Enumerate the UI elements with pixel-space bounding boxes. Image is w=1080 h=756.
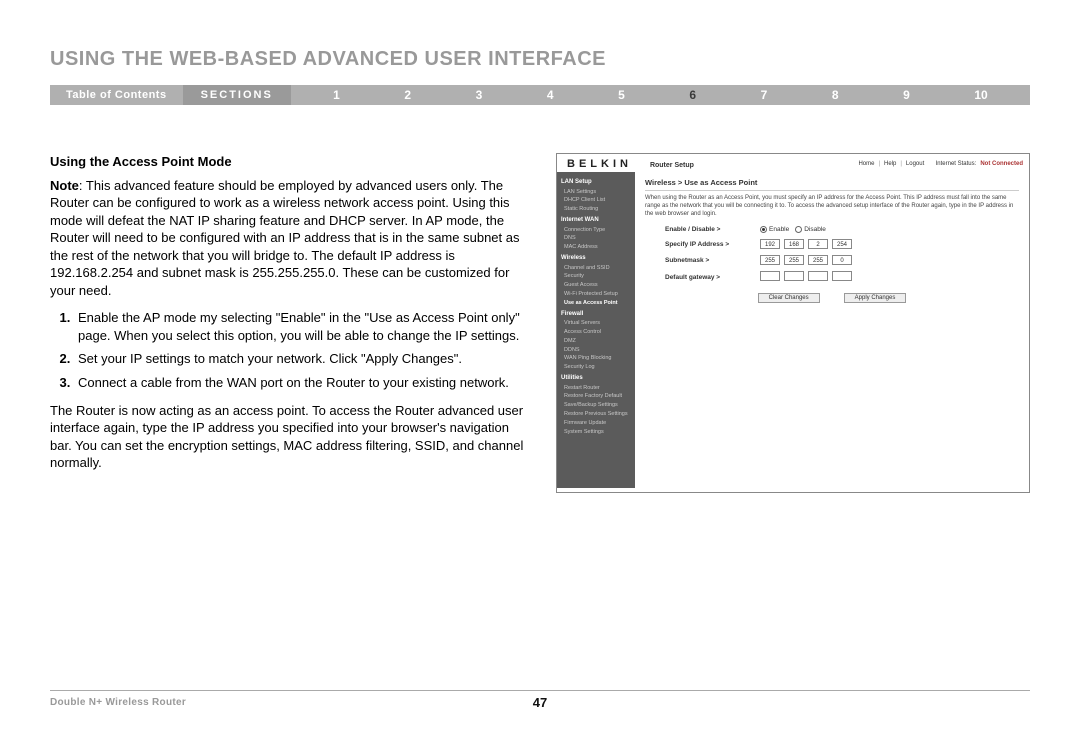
sidebar-header: LAN Setup	[561, 178, 631, 188]
nav-section-5[interactable]: 5	[612, 88, 631, 102]
router-ui-screenshot: BELKIN Router Setup Home| Help| Logout I…	[556, 153, 1030, 493]
gateway-label: Default gateway >	[665, 274, 760, 281]
router-sidebar: LAN SetupLAN SettingsDHCP Client ListSta…	[557, 172, 635, 488]
step-3: Connect a cable from the WAN port on the…	[74, 374, 528, 392]
nav-section-10[interactable]: 10	[968, 88, 993, 102]
sidebar-item[interactable]: Restore Previous Settings	[561, 410, 631, 419]
subnet-label: Subnetmask >	[665, 257, 760, 264]
sidebar-item[interactable]: Use as Access Point	[561, 299, 631, 308]
nav-section-9[interactable]: 9	[897, 88, 916, 102]
sidebar-item[interactable]: Security Log	[561, 363, 631, 372]
sidebar-item[interactable]: Wi-Fi Protected Setup	[561, 290, 631, 299]
note-paragraph: Note: This advanced feature should be em…	[50, 177, 528, 300]
section-nav: Table of Contents SECTIONS 1 2 3 4 5 6 7 8 9 10	[50, 85, 1030, 105]
nav-section-2[interactable]: 2	[398, 88, 417, 102]
nav-section-7[interactable]: 7	[755, 88, 774, 102]
router-setup-label: Router Setup	[650, 162, 694, 169]
ip-octet-input[interactable]: 254	[832, 239, 852, 249]
sidebar-item[interactable]: DDNS	[561, 346, 631, 355]
sidebar-item[interactable]: Access Control	[561, 328, 631, 337]
followup-paragraph: The Router is now acting as an access po…	[50, 402, 528, 472]
sidebar-header: Firewall	[561, 310, 631, 320]
radio-enable[interactable]: Enable	[760, 226, 789, 233]
brand-logo: BELKIN	[567, 158, 632, 170]
ip-octet-input[interactable]: 0	[832, 255, 852, 265]
ip-octet-input[interactable]	[808, 271, 828, 281]
link-help[interactable]: Help	[884, 161, 896, 167]
clear-changes-button[interactable]: Clear Changes	[758, 293, 820, 303]
nav-sections-label: SECTIONS	[183, 85, 291, 105]
sidebar-item[interactable]: Security	[561, 272, 631, 281]
sidebar-item[interactable]: LAN Settings	[561, 188, 631, 197]
nav-section-1[interactable]: 1	[327, 88, 346, 102]
steps-list: Enable the AP mode my selecting "Enable"…	[50, 309, 528, 391]
nav-section-4[interactable]: 4	[541, 88, 560, 102]
page-footer: Double N+ Wireless Router 47	[50, 690, 1030, 708]
enable-label: Enable / Disable >	[665, 226, 760, 233]
sidebar-item[interactable]: Save/Backup Settings	[561, 401, 631, 410]
ip-octet-input[interactable]: 255	[784, 255, 804, 265]
step-1: Enable the AP mode my selecting "Enable"…	[74, 309, 528, 344]
apply-changes-button[interactable]: Apply Changes	[844, 293, 907, 303]
ip-octet-input[interactable]	[760, 271, 780, 281]
ip-octet-input[interactable]: 255	[760, 255, 780, 265]
sidebar-item[interactable]: System Settings	[561, 428, 631, 437]
router-breadcrumb: Wireless > Use as Access Point	[645, 178, 1019, 191]
footer-product: Double N+ Wireless Router	[50, 697, 186, 708]
ip-octet-input[interactable]: 168	[784, 239, 804, 249]
nav-section-6[interactable]: 6	[683, 88, 702, 102]
ip-octet-input[interactable]	[784, 271, 804, 281]
sidebar-item[interactable]: Restore Factory Default	[561, 392, 631, 401]
sidebar-header: Wireless	[561, 254, 631, 264]
sidebar-item[interactable]: Guest Access	[561, 281, 631, 290]
internet-status-value: Not Connected	[980, 161, 1023, 167]
sidebar-item[interactable]: DNS	[561, 234, 631, 243]
nav-toc-link[interactable]: Table of Contents	[50, 85, 183, 105]
nav-section-3[interactable]: 3	[470, 88, 489, 102]
nav-section-8[interactable]: 8	[826, 88, 845, 102]
router-main-panel: Wireless > Use as Access Point When usin…	[635, 172, 1029, 488]
step-2: Set your IP settings to match your netwo…	[74, 350, 528, 368]
body-text-column: Using the Access Point Mode Note: This a…	[50, 153, 528, 493]
field-gateway: Default gateway >	[645, 271, 1019, 283]
sidebar-header: Utilities	[561, 374, 631, 384]
link-logout[interactable]: Logout	[906, 161, 924, 167]
sidebar-item[interactable]: DMZ	[561, 337, 631, 346]
sidebar-item[interactable]: Channel and SSID	[561, 264, 631, 273]
sidebar-item[interactable]: Connection Type	[561, 226, 631, 235]
note-label: Note	[50, 178, 79, 193]
radio-disable[interactable]: Disable	[795, 226, 826, 233]
field-enable: Enable / Disable > Enable Disable	[645, 226, 1019, 233]
note-text: : This advanced feature should be employ…	[50, 178, 519, 298]
field-ip: Specify IP Address > 192 168 2 254	[645, 239, 1019, 249]
sidebar-item[interactable]: Restart Router	[561, 384, 631, 393]
ip-octet-input[interactable]: 192	[760, 239, 780, 249]
subheading: Using the Access Point Mode	[50, 153, 528, 171]
sidebar-item[interactable]: WAN Ping Blocking	[561, 354, 631, 363]
sidebar-item[interactable]: Static Routing	[561, 205, 631, 214]
ip-octet-input[interactable]: 2	[808, 239, 828, 249]
status-row: Home| Help| Logout Internet Status: Not …	[858, 161, 1023, 167]
internet-status-label: Internet Status:	[936, 161, 977, 167]
nav-numbers: 1 2 3 4 5 6 7 8 9 10	[291, 88, 1030, 102]
footer-page-number: 47	[533, 695, 547, 710]
ip-octet-input[interactable]: 255	[808, 255, 828, 265]
sidebar-item[interactable]: Firmware Update	[561, 419, 631, 428]
ip-label: Specify IP Address >	[665, 241, 760, 248]
ip-octet-input[interactable]	[832, 271, 852, 281]
field-subnet: Subnetmask > 255 255 255 0	[645, 255, 1019, 265]
sidebar-item[interactable]: Virtual Servers	[561, 319, 631, 328]
sidebar-item[interactable]: MAC Address	[561, 243, 631, 252]
sidebar-item[interactable]: DHCP Client List	[561, 196, 631, 205]
page-title: USING THE WEB-BASED ADVANCED USER INTERF…	[50, 48, 1030, 71]
router-desc: When using the Router as an Access Point…	[645, 195, 1019, 218]
link-home[interactable]: Home	[858, 161, 874, 167]
sidebar-header: Internet WAN	[561, 216, 631, 226]
